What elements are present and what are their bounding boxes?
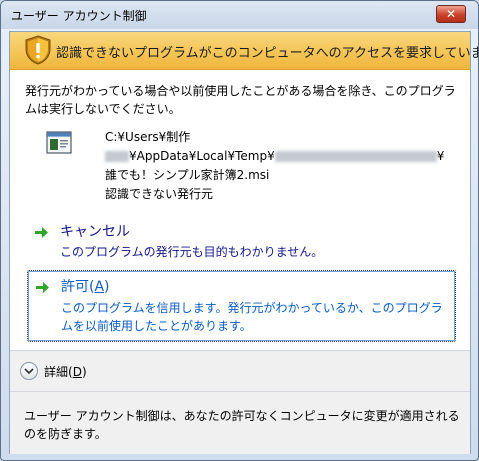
program-publisher: 認識できない発行元 — [105, 187, 214, 201]
program-path-middle: ¥AppData¥Local¥Temp¥ — [129, 149, 275, 163]
allow-option-description: このプログラムを信用します。発行元がわかっているか、このプログラムを以前使用した… — [61, 301, 443, 333]
allow-option-title: 許可(A) — [61, 276, 110, 296]
window-title: ユーザー アカウント制御 — [11, 9, 147, 23]
cancel-option-description: このプログラムの発行元も目的もわかりません。 — [60, 245, 324, 259]
details-label: 詳細(D) — [44, 363, 87, 380]
dialog-content: 認識できないプログラムがこのコンピュータへのアクセスを要求しています 発行元がわ… — [9, 31, 478, 454]
allow-option[interactable]: 許可(A) このプログラムを信用します。発行元がわかっているか、このプログラムを… — [27, 270, 456, 342]
intro-text: 発行元がわかっている場合や以前使用したことがある場合を除き、このプログラ ムは実… — [25, 82, 465, 118]
program-window-icon — [46, 131, 72, 154]
program-path-line-1: C:¥Users¥制作 — [105, 130, 191, 144]
footer: ユーザー アカウント制御は、あなたの許可なくコンピュータに変更が適用されるのを防… — [10, 392, 470, 454]
program-path-end: ¥ — [436, 149, 445, 163]
green-arrow-icon — [35, 227, 48, 238]
close-icon: ✕ — [445, 7, 457, 21]
redacted-text — [274, 151, 437, 162]
cancel-option[interactable]: キャンセル このプログラムの発行元も目的もわかりません。 — [27, 221, 456, 269]
program-info: C:¥Users¥制作 ¥AppData¥Local¥Temp¥ ¥ 誰でも！シン… — [105, 128, 465, 204]
redacted-text — [105, 151, 129, 162]
allow-title-suffix: ) — [104, 279, 110, 295]
details-access-key: D — [72, 364, 82, 379]
details-area: 詳細(D) — [10, 351, 470, 392]
green-arrow-icon — [36, 282, 49, 293]
intro-line-1: 発行元がわかっている場合や以前使用したことがある場合を除き、このプログラ — [25, 84, 456, 98]
allow-access-key: A — [94, 279, 105, 295]
footer-text: ユーザー アカウント制御は、あなたの許可なくコンピュータに変更が適用されるのを防… — [24, 409, 460, 441]
intro-line-2: ムは実行しないでください。 — [25, 102, 181, 116]
banner-text: 認識できないプログラムがこのコンピュータへのアクセスを要求しています — [56, 46, 479, 61]
details-label-suffix: ) — [81, 364, 87, 379]
cancel-option-title: キャンセル — [60, 224, 130, 240]
warning-banner: 認識できないプログラムがこのコンピュータへのアクセスを要求しています — [10, 32, 478, 70]
program-path-line-2: ¥AppData¥Local¥Temp¥ ¥ — [105, 147, 465, 166]
allow-title-prefix: 許可( — [61, 279, 95, 295]
chevron-down-icon — [20, 362, 38, 380]
close-button[interactable]: ✕ — [436, 5, 466, 23]
uac-dialog: ユーザー アカウント制御 ✕ 認識できないプログラムがこのコンピュータへのアクセ… — [0, 0, 479, 461]
program-name: 誰でも！シンプル家計簿2.msi — [105, 168, 270, 182]
details-button[interactable]: 詳細(D) — [20, 361, 87, 381]
title-bar[interactable]: ユーザー アカウント制御 ✕ — [1, 1, 478, 29]
details-label-prefix: 詳細( — [44, 364, 73, 379]
warning-shield-icon — [25, 35, 51, 65]
